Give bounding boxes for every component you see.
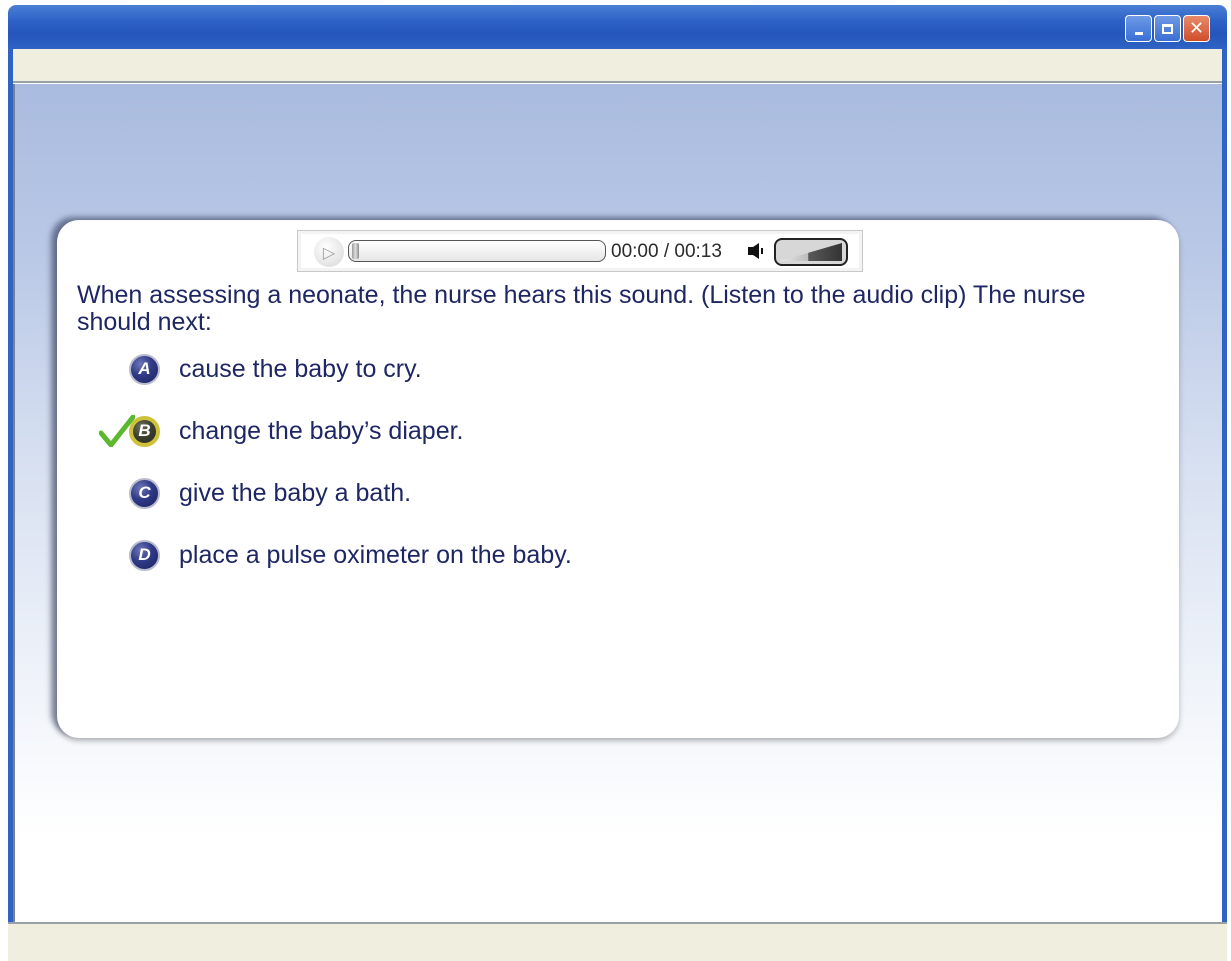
question-text: When assessing a neonate, the nurse hear…	[77, 281, 1086, 336]
option-c-text[interactable]: give the baby a bath.	[179, 479, 411, 508]
option-a-badge[interactable]: A	[129, 353, 160, 385]
window-frame-right	[1222, 49, 1227, 928]
minimize-button[interactable]	[1125, 15, 1152, 42]
option-a-text[interactable]: cause the baby to cry.	[179, 355, 422, 384]
option-b-text[interactable]: change the baby’s diaper.	[179, 417, 464, 446]
speaker-icon[interactable]	[748, 243, 766, 259]
audio-progress-bar[interactable]	[348, 240, 606, 262]
option-b[interactable]: B change the baby’s diaper.	[99, 413, 464, 449]
minimize-icon	[1134, 32, 1143, 35]
play-button[interactable]: ▷	[314, 237, 344, 267]
option-c-badge[interactable]: C	[129, 477, 160, 509]
question-card: ▷ 00:00 / 00:13 When assessing a neonate…	[57, 220, 1179, 738]
volume-level	[780, 243, 842, 261]
window-toolbar	[13, 49, 1222, 83]
status-bar	[8, 922, 1227, 961]
progress-handle[interactable]	[352, 243, 359, 259]
close-icon: ✕	[1188, 18, 1205, 39]
option-d-badge[interactable]: D	[129, 539, 160, 571]
window-titlebar: ✕	[8, 5, 1227, 49]
close-button[interactable]: ✕	[1183, 15, 1210, 42]
audio-time-display: 00:00 / 00:13	[611, 241, 722, 262]
checkmark-icon	[99, 415, 135, 447]
option-a[interactable]: A cause the baby to cry.	[129, 351, 422, 387]
volume-slider[interactable]	[774, 238, 848, 266]
maximize-button[interactable]	[1154, 15, 1181, 42]
audio-player: ▷ 00:00 / 00:13	[297, 230, 863, 272]
option-c[interactable]: C give the baby a bath.	[129, 475, 411, 511]
play-icon: ▷	[322, 242, 336, 262]
option-d-text[interactable]: place a pulse oximeter on the baby.	[179, 541, 572, 570]
option-d[interactable]: D place a pulse oximeter on the baby.	[129, 537, 572, 573]
maximize-icon	[1162, 23, 1173, 34]
